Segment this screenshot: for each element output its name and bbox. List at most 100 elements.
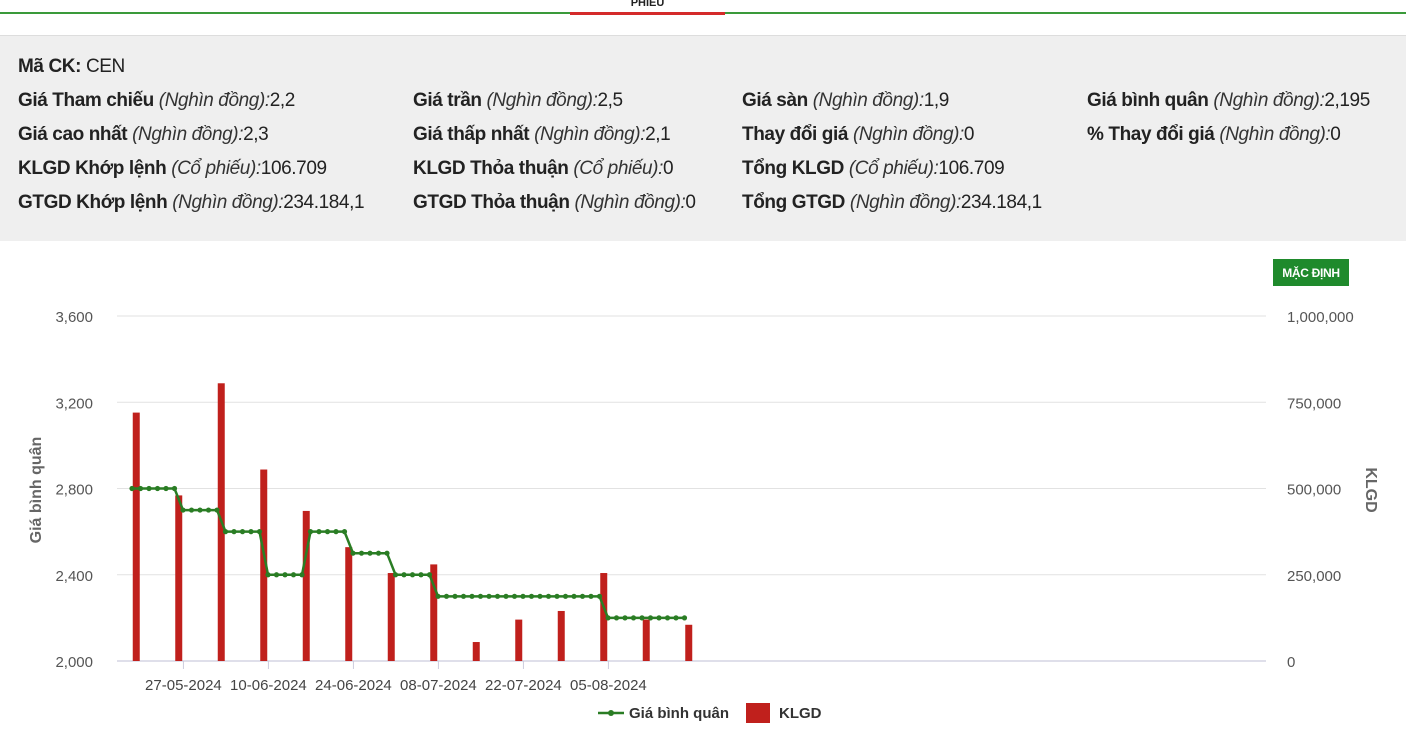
ticker-label: Mã CK: [18, 56, 82, 77]
price-point[interactable] [596, 593, 603, 599]
price-point[interactable] [418, 572, 424, 578]
price-point[interactable] [180, 507, 186, 513]
price-point[interactable] [273, 572, 280, 578]
price-point[interactable] [231, 529, 237, 535]
price-point[interactable] [282, 572, 288, 578]
price-point[interactable] [503, 593, 509, 599]
volume-bar[interactable] [557, 610, 565, 661]
price-volume-chart: 2,000 2,400 2,800 3,200 3,600 0 250,000 500,00… [28, 309, 1379, 723]
price-point[interactable] [469, 593, 475, 599]
price-point[interactable] [205, 507, 212, 513]
price-point[interactable] [630, 615, 637, 621]
volume-bar[interactable] [472, 642, 480, 661]
price-point[interactable] [494, 593, 501, 599]
volume-bar[interactable] [685, 624, 693, 661]
price-point[interactable] [163, 485, 169, 492]
x-tick-label: 22-07-2024 [485, 677, 562, 694]
price-point[interactable] [350, 550, 356, 556]
price-point[interactable] [520, 593, 526, 599]
price-point[interactable] [545, 593, 552, 599]
price-point[interactable] [435, 593, 441, 599]
legend-bar-swatch [746, 703, 770, 723]
stock-info-panel: Mã CK: CEN Giá Tham chiếu (Nghìn đồng):2… [0, 35, 1406, 241]
price-point[interactable] [197, 507, 203, 513]
price-point[interactable] [639, 615, 645, 621]
price-point[interactable] [511, 593, 518, 599]
price-point[interactable] [613, 615, 620, 621]
price-point[interactable] [647, 615, 654, 621]
legend-label-price[interactable]: Giá bình quân [629, 705, 729, 722]
info-value: 1,9 [923, 90, 950, 111]
info-item: Thay đổi giá (Nghìn đồng):0 [742, 124, 975, 146]
price-point[interactable] [171, 485, 178, 492]
info-item: Giá cao nhất (Nghìn đồng):2,3 [18, 124, 269, 146]
info-value: 0 [662, 158, 674, 179]
price-point[interactable] [562, 593, 569, 599]
price-point[interactable] [290, 572, 297, 578]
price-point[interactable] [392, 572, 399, 578]
price-point[interactable] [528, 593, 535, 599]
price-point[interactable] [409, 572, 416, 578]
price-point[interactable] [401, 572, 407, 578]
y-left-tick-label: 2,400 [55, 568, 93, 585]
info-value: 0 [963, 124, 975, 145]
price-point[interactable] [384, 550, 390, 556]
price-point[interactable] [579, 593, 586, 599]
price-point[interactable] [673, 615, 679, 621]
volume-bar[interactable] [345, 547, 353, 661]
price-point[interactable] [605, 615, 611, 621]
price-point[interactable] [214, 507, 220, 513]
volume-bar[interactable] [642, 619, 650, 661]
info-label: GTGD Khớp lệnh [18, 192, 168, 213]
price-point[interactable] [477, 593, 484, 599]
price-point[interactable] [222, 529, 229, 535]
price-point[interactable] [588, 593, 594, 599]
price-point[interactable] [256, 529, 263, 535]
price-point[interactable] [622, 615, 628, 621]
price-point[interactable] [146, 485, 152, 492]
price-point[interactable] [486, 593, 492, 599]
info-label: Giá thấp nhất [413, 124, 530, 145]
price-point[interactable] [248, 529, 254, 535]
price-point[interactable] [307, 529, 314, 535]
grid-lines [117, 315, 1266, 662]
price-point[interactable] [154, 485, 161, 492]
price-point[interactable] [571, 593, 577, 599]
price-point[interactable] [358, 550, 365, 556]
y-right-tick-label: 500,000 [1287, 482, 1341, 499]
price-point[interactable] [265, 572, 271, 578]
price-point[interactable] [333, 529, 339, 535]
legend-label-volume[interactable]: KLGD [779, 705, 822, 722]
right-axis-title: KLGD [1362, 467, 1379, 512]
price-point[interactable] [452, 593, 458, 599]
price-point[interactable] [367, 550, 373, 556]
volume-bar[interactable] [387, 573, 395, 661]
price-point[interactable] [554, 593, 560, 599]
price-point[interactable] [443, 593, 450, 599]
info-item: Giá trần (Nghìn đồng):2,5 [413, 90, 623, 112]
price-point[interactable] [426, 572, 433, 578]
price-point[interactable] [664, 615, 671, 621]
price-point[interactable] [316, 529, 322, 535]
volume-bar[interactable] [175, 495, 183, 661]
price-point[interactable] [681, 615, 688, 621]
price-point[interactable] [656, 615, 662, 621]
price-point[interactable] [375, 550, 382, 556]
info-label: KLGD Khớp lệnh [18, 158, 167, 179]
info-label: Thay đổi giá [742, 124, 849, 145]
price-point[interactable] [537, 593, 543, 599]
price-point[interactable] [188, 507, 195, 513]
price-point[interactable] [129, 485, 135, 492]
price-point[interactable] [341, 529, 348, 535]
price-point[interactable] [239, 529, 246, 535]
price-point[interactable] [137, 485, 144, 492]
info-item: Giá bình quân (Nghìn đồng):2,195 [1087, 90, 1370, 112]
left-axis-title: Giá bình quân [28, 437, 45, 544]
price-point[interactable] [324, 529, 331, 535]
x-tick-label: 08-07-2024 [400, 677, 477, 694]
price-point[interactable] [460, 593, 467, 599]
price-point[interactable] [299, 572, 305, 578]
volume-bar[interactable] [132, 412, 140, 661]
tab-active[interactable]: PHIẾU [570, 0, 725, 15]
volume-bar[interactable] [515, 619, 523, 661]
